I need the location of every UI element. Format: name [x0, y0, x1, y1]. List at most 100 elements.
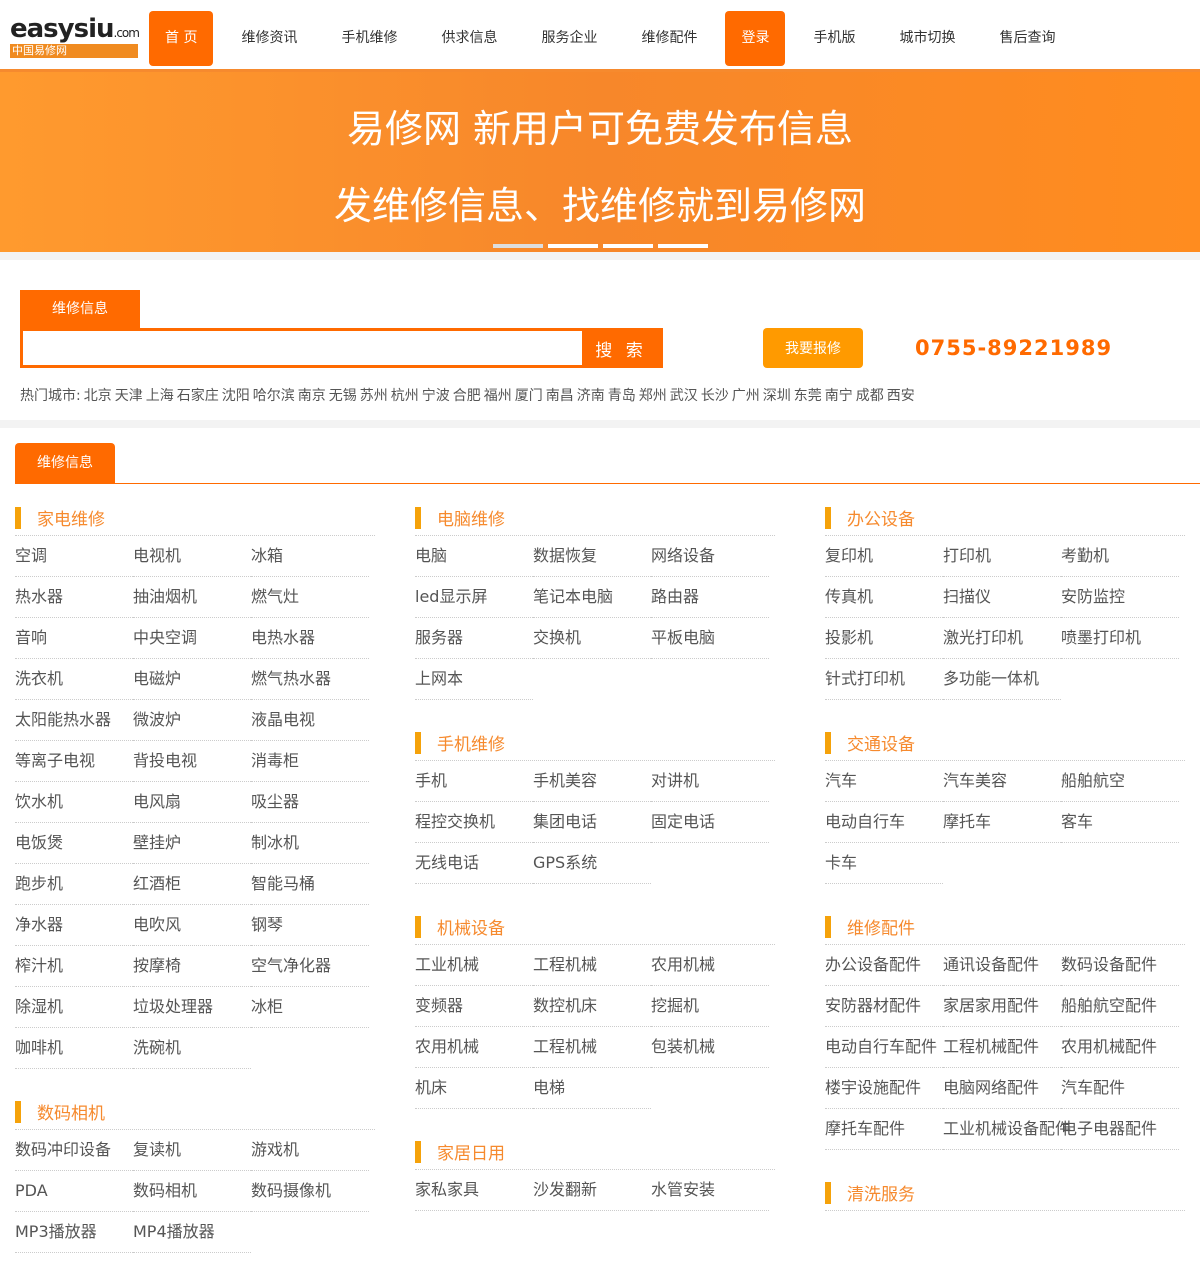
category-link[interactable]: 汽车 — [825, 761, 943, 802]
category-link[interactable]: 针式打印机 — [825, 659, 943, 700]
category-link[interactable]: 吸尘器 — [251, 782, 369, 823]
category-link[interactable]: 数据恢复 — [533, 536, 651, 577]
city-link[interactable]: 福州 — [484, 388, 512, 404]
category-link[interactable]: 工程机械配件 — [943, 1027, 1061, 1068]
category-link[interactable]: 安防监控 — [1061, 577, 1179, 618]
category-link[interactable]: 榨汁机 — [15, 946, 133, 987]
category-link[interactable]: GPS系统 — [533, 843, 651, 884]
nav-item[interactable]: 手机版 — [797, 11, 871, 66]
city-link[interactable]: 杭州 — [391, 388, 419, 404]
nav-item[interactable]: 登录 — [725, 11, 786, 66]
category-link[interactable]: 除湿机 — [15, 987, 133, 1028]
category-link[interactable]: 摩托车配件 — [825, 1109, 943, 1150]
search-tab[interactable]: 维修信息 — [20, 290, 140, 328]
category-link[interactable]: 数码设备配件 — [1061, 945, 1179, 986]
city-link[interactable]: 哈尔滨 — [253, 388, 295, 404]
category-title[interactable]: 手机维修 — [437, 730, 505, 755]
city-link[interactable]: 厦门 — [515, 388, 543, 404]
category-link[interactable]: 音响 — [15, 618, 133, 659]
category-link[interactable]: 客车 — [1061, 802, 1179, 843]
category-link[interactable]: 电风扇 — [133, 782, 251, 823]
category-link[interactable]: 数码摄像机 — [251, 1171, 369, 1212]
category-link[interactable]: 电视机 — [133, 536, 251, 577]
category-link[interactable]: 农用机械 — [651, 945, 769, 986]
category-link[interactable]: 液晶电视 — [251, 700, 369, 741]
category-link[interactable]: 上网本 — [415, 659, 533, 700]
search-input[interactable] — [23, 331, 582, 365]
category-link[interactable]: 投影机 — [825, 618, 943, 659]
category-link[interactable]: 电磁炉 — [133, 659, 251, 700]
category-link[interactable]: PDA — [15, 1171, 133, 1212]
category-link[interactable]: 通讯设备配件 — [943, 945, 1061, 986]
category-link[interactable]: 水管安装 — [651, 1170, 769, 1211]
city-link[interactable]: 青岛 — [608, 388, 636, 404]
category-link[interactable]: MP4播放器 — [133, 1212, 251, 1253]
city-link[interactable]: 济南 — [577, 388, 605, 404]
category-link[interactable]: 程控交换机 — [415, 802, 533, 843]
city-link[interactable]: 石家庄 — [177, 388, 219, 404]
category-link[interactable]: 挖掘机 — [651, 986, 769, 1027]
city-link[interactable]: 郑州 — [639, 388, 667, 404]
category-link[interactable]: 服务器 — [415, 618, 533, 659]
category-link[interactable]: 楼宇设施配件 — [825, 1068, 943, 1109]
category-link[interactable]: 平板电脑 — [651, 618, 769, 659]
category-link[interactable]: 按摩椅 — [133, 946, 251, 987]
banner-dot[interactable] — [548, 244, 598, 248]
nav-item[interactable]: 售后查询 — [983, 11, 1071, 66]
category-link[interactable]: 激光打印机 — [943, 618, 1061, 659]
category-title[interactable]: 数码相机 — [37, 1099, 105, 1124]
category-link[interactable]: MP3播放器 — [15, 1212, 133, 1253]
nav-item[interactable]: 维修资讯 — [225, 11, 313, 66]
category-link[interactable]: 网络设备 — [651, 536, 769, 577]
banner-dot[interactable] — [493, 244, 543, 248]
city-link[interactable]: 南京 — [298, 388, 326, 404]
category-tab[interactable]: 维修信息 — [15, 443, 115, 484]
nav-item[interactable]: 城市切换 — [883, 11, 971, 66]
category-link[interactable]: 电梯 — [533, 1068, 651, 1109]
report-repair-button[interactable]: 我要报修 — [763, 328, 863, 368]
category-link[interactable]: 燃气灶 — [251, 577, 369, 618]
category-link[interactable]: 机床 — [415, 1068, 533, 1109]
nav-item[interactable]: 供求信息 — [425, 11, 513, 66]
category-link[interactable]: 游戏机 — [251, 1130, 369, 1171]
category-link[interactable]: 家居家用配件 — [943, 986, 1061, 1027]
category-link[interactable]: 微波炉 — [133, 700, 251, 741]
city-link[interactable]: 深圳 — [763, 388, 791, 404]
category-link[interactable]: 打印机 — [943, 536, 1061, 577]
category-link[interactable]: 传真机 — [825, 577, 943, 618]
banner-dot[interactable] — [658, 244, 708, 248]
category-link[interactable]: 对讲机 — [651, 761, 769, 802]
category-link[interactable]: 多功能一体机 — [943, 659, 1061, 700]
category-title[interactable]: 办公设备 — [847, 505, 915, 530]
category-link[interactable]: 电动自行车配件 — [825, 1027, 943, 1068]
category-title[interactable]: 家居日用 — [437, 1139, 505, 1164]
category-link[interactable]: 燃气热水器 — [251, 659, 369, 700]
category-link[interactable]: 饮水机 — [15, 782, 133, 823]
category-link[interactable]: 中央空调 — [133, 618, 251, 659]
category-link[interactable]: 笔记本电脑 — [533, 577, 651, 618]
nav-item[interactable]: 手机维修 — [325, 11, 413, 66]
category-link[interactable]: 冰柜 — [251, 987, 369, 1028]
category-link[interactable]: 办公设备配件 — [825, 945, 943, 986]
category-link[interactable]: 沙发翻新 — [533, 1170, 651, 1211]
city-link[interactable]: 沈阳 — [222, 388, 250, 404]
category-link[interactable]: 太阳能热水器 — [15, 700, 133, 741]
category-link[interactable]: 背投电视 — [133, 741, 251, 782]
city-link[interactable]: 南宁 — [825, 388, 853, 404]
category-link[interactable]: 复读机 — [133, 1130, 251, 1171]
category-link[interactable]: 冰箱 — [251, 536, 369, 577]
nav-item[interactable]: 服务企业 — [525, 11, 613, 66]
category-title[interactable]: 交通设备 — [847, 730, 915, 755]
category-link[interactable]: 船舶航空 — [1061, 761, 1179, 802]
category-link[interactable]: 复印机 — [825, 536, 943, 577]
category-link[interactable]: 红酒柜 — [133, 864, 251, 905]
category-title[interactable]: 维修配件 — [847, 914, 915, 939]
category-link[interactable]: 净水器 — [15, 905, 133, 946]
category-link[interactable]: 电饭煲 — [15, 823, 133, 864]
category-link[interactable]: 垃圾处理器 — [133, 987, 251, 1028]
category-link[interactable]: 农用机械配件 — [1061, 1027, 1179, 1068]
category-link[interactable]: 洗衣机 — [15, 659, 133, 700]
category-link[interactable]: 卡车 — [825, 843, 943, 884]
category-link[interactable]: 智能马桶 — [251, 864, 369, 905]
category-link[interactable]: 电脑 — [415, 536, 533, 577]
